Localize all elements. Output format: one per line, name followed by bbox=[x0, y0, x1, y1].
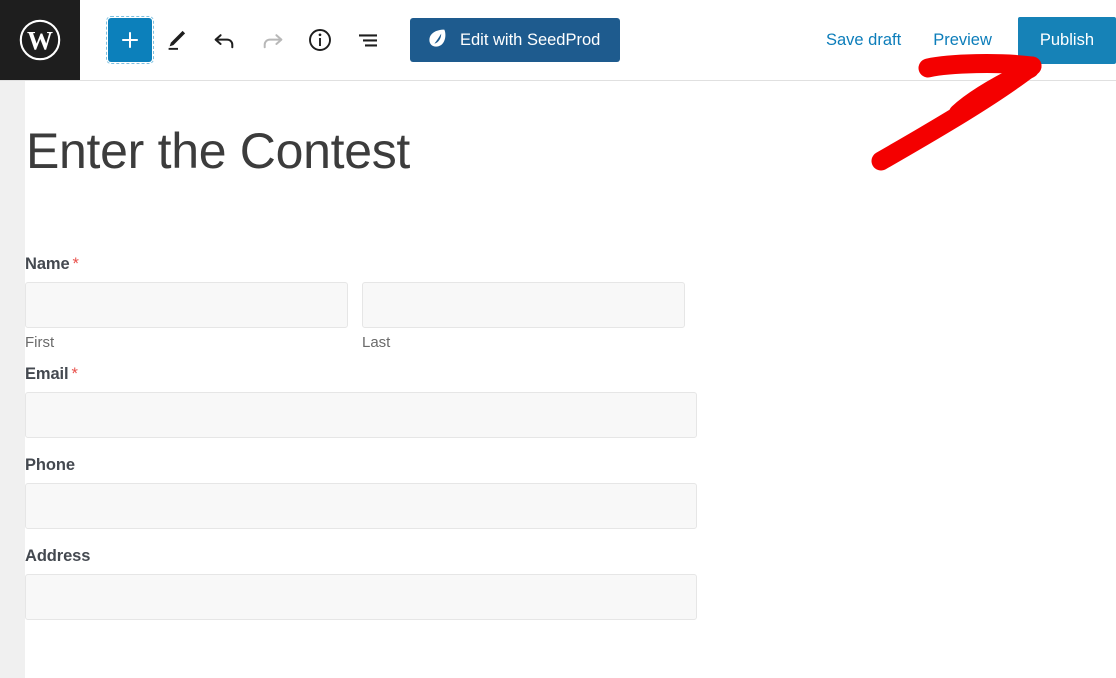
preview-button[interactable]: Preview bbox=[917, 31, 1008, 50]
redo-arrow-icon bbox=[259, 27, 286, 54]
email-input[interactable] bbox=[25, 392, 697, 438]
editor-content: Enter the Contest Name * First Last Emai… bbox=[0, 81, 1116, 678]
phone-input[interactable] bbox=[25, 483, 697, 529]
svg-text:W: W bbox=[27, 27, 53, 56]
field-label-text: Phone bbox=[25, 456, 75, 474]
field-label-name: Name * bbox=[25, 255, 1116, 274]
left-gutter bbox=[0, 81, 25, 678]
wordpress-logo-icon: W bbox=[18, 18, 62, 62]
editor-toolbar: Edit with SeedProd bbox=[80, 0, 621, 80]
contest-form: Name * First Last Email * Phone Address bbox=[25, 255, 1116, 620]
field-label-address: Address bbox=[25, 547, 1116, 566]
field-label-text: Name bbox=[25, 255, 70, 273]
seedprod-leaf-icon bbox=[426, 27, 448, 54]
header-actions: Save draft Preview Publish bbox=[810, 0, 1116, 81]
post-title[interactable]: Enter the Contest bbox=[25, 123, 1116, 179]
undo-arrow-icon bbox=[211, 27, 238, 54]
form-field-name: Name * First Last bbox=[25, 255, 1116, 351]
undo-button[interactable] bbox=[200, 16, 248, 64]
field-label-email: Email * bbox=[25, 365, 1116, 384]
list-view-button[interactable] bbox=[344, 16, 392, 64]
field-label-text: Email bbox=[25, 365, 69, 383]
pencil-icon bbox=[163, 27, 189, 53]
address-input[interactable] bbox=[25, 574, 697, 620]
required-asterisk: * bbox=[71, 365, 78, 383]
form-field-email: Email * bbox=[25, 365, 1116, 438]
required-asterisk: * bbox=[72, 255, 79, 273]
plus-icon bbox=[119, 29, 141, 51]
field-label-text: Address bbox=[25, 547, 91, 565]
seedprod-button-label: Edit with SeedProd bbox=[460, 30, 601, 49]
name-first-sublabel: First bbox=[25, 334, 55, 351]
name-last-input[interactable] bbox=[362, 282, 685, 328]
name-last-column: Last bbox=[362, 282, 685, 351]
info-circle-icon bbox=[307, 27, 333, 53]
name-last-sublabel: Last bbox=[362, 334, 391, 351]
list-view-icon bbox=[355, 27, 381, 53]
name-first-column: First bbox=[25, 282, 348, 351]
edit-mode-button[interactable] bbox=[152, 16, 200, 64]
form-field-phone: Phone bbox=[25, 456, 1116, 529]
save-draft-button[interactable]: Save draft bbox=[810, 31, 917, 50]
details-button[interactable] bbox=[296, 16, 344, 64]
publish-button[interactable]: Publish bbox=[1017, 16, 1116, 64]
name-first-input[interactable] bbox=[25, 282, 348, 328]
post-canvas: Enter the Contest Name * First Last Emai… bbox=[25, 81, 1116, 678]
field-label-phone: Phone bbox=[25, 456, 1116, 475]
wordpress-logo-button[interactable]: W bbox=[0, 0, 80, 80]
name-subfield-row: First Last bbox=[25, 282, 1116, 351]
add-block-button[interactable] bbox=[106, 16, 154, 64]
form-field-address: Address bbox=[25, 547, 1116, 620]
redo-button bbox=[248, 16, 296, 64]
edit-with-seedprod-button[interactable]: Edit with SeedProd bbox=[410, 18, 621, 62]
editor-header: W Edit with SeedProd Save draft Preview … bbox=[0, 0, 1116, 81]
